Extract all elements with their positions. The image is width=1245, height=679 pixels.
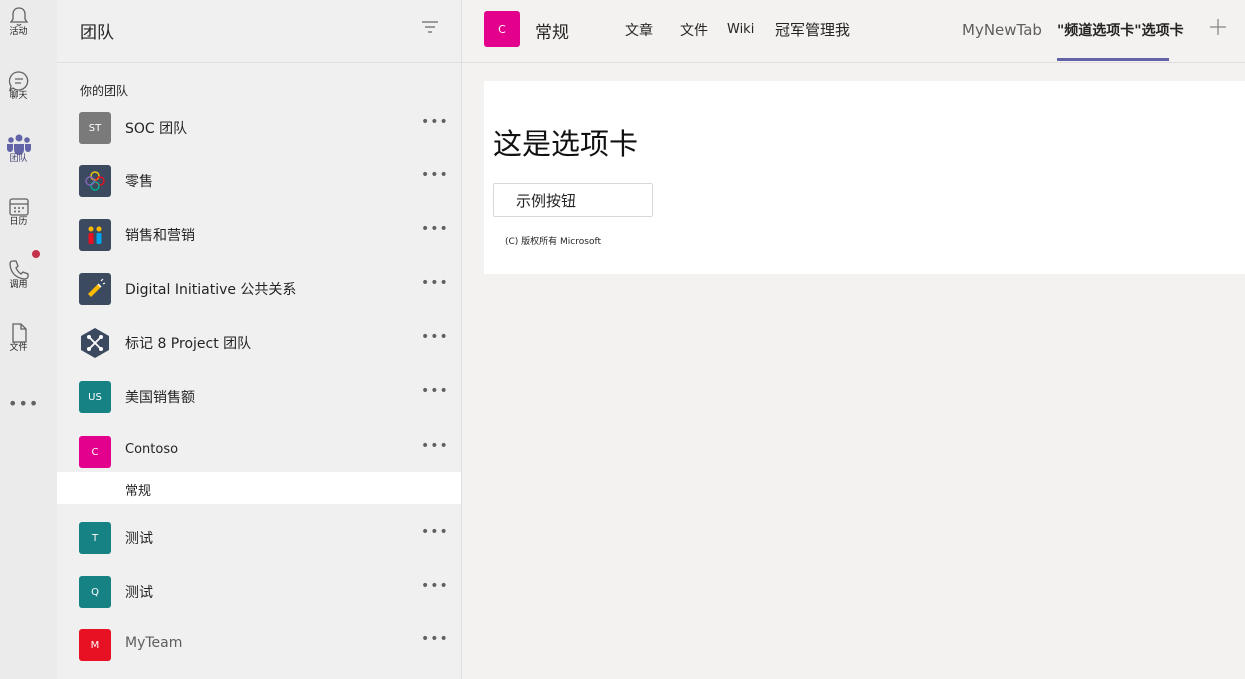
rail-label-calendar: 日历 <box>9 217 28 227</box>
team-row-us-sales[interactable]: US 美国销售额 ••• <box>57 373 461 421</box>
notification-dot <box>32 250 40 258</box>
team-row-test-q[interactable]: Q 测试 ••• <box>57 568 461 616</box>
avatar <box>79 273 111 305</box>
rail-label-files: 文件 <box>9 343 28 353</box>
tab-champion-manage[interactable]: 冠军管理我 <box>775 19 850 40</box>
team-name: 测试 <box>125 585 153 601</box>
avatar: Q <box>79 576 111 608</box>
people-logo-icon <box>88 226 102 244</box>
avatar <box>79 327 111 359</box>
rail-item-files[interactable]: 文件 <box>0 322 37 354</box>
team-more-options-button[interactable]: ••• <box>421 383 449 399</box>
tab-posts[interactable]: 文章 <box>625 20 653 40</box>
team-more-options-button[interactable]: ••• <box>421 275 449 291</box>
team-name: 美国销售额 <box>125 390 195 406</box>
flower-logo-icon <box>85 171 105 191</box>
rail-item-teams[interactable]: 团队 <box>0 133 37 165</box>
avatar <box>79 165 111 197</box>
avatar: M <box>79 629 111 661</box>
team-more-options-button[interactable]: ••• <box>421 221 449 237</box>
team-name: SOC 团队 <box>125 121 188 137</box>
team-row-contoso[interactable]: C Contoso ••• <box>57 428 461 476</box>
teams-icon <box>6 134 31 155</box>
team-more-options-button[interactable]: ••• <box>421 114 449 130</box>
team-name: Digital Initiative 公共关系 <box>125 282 297 298</box>
avatar: T <box>79 522 111 554</box>
calendar-icon <box>8 198 29 216</box>
sample-button[interactable]: 示例按钮 <box>493 183 653 217</box>
tab-mynewtab[interactable]: MyNewTab <box>962 21 1042 39</box>
team-more-options-button[interactable]: ••• <box>421 524 449 540</box>
app-rail: 活动 聊天 团队 日历 调用 文件 ••• <box>0 0 57 679</box>
tab-channel-tab[interactable]: "频道选项卡"选项卡 <box>1057 20 1184 40</box>
tab-heading: 这是选项卡 <box>493 127 639 161</box>
add-tab-icon[interactable] <box>1209 18 1227 36</box>
avatar: ST <box>79 112 111 144</box>
team-row-mark-8-project[interactable]: 标记 8 Project 团队 ••• <box>57 319 461 367</box>
channel-header: C 常规 文章 文件 Wiki 冠军管理我 MyNewTab "频道选项卡"选项… <box>462 0 1245 63</box>
active-tab-indicator <box>1057 58 1169 61</box>
rail-item-activity[interactable]: 活动 <box>0 6 37 38</box>
rail-label-activity: 活动 <box>9 27 28 37</box>
panel-header: 团队 <box>57 0 461 63</box>
channel-name: 常规 <box>125 484 152 499</box>
team-row-soc[interactable]: ST SOC 团队 ••• <box>57 104 461 152</box>
team-row-myteam[interactable]: M MyTeam ••• <box>57 621 461 669</box>
rail-label-teams: 团队 <box>9 154 28 164</box>
teams-panel: 团队 你的团队 ST SOC 团队 ••• 零售 ••• 销售和营销 ••• D… <box>57 0 462 679</box>
tab-wiki[interactable]: Wiki <box>727 22 754 37</box>
team-row-sales-marketing[interactable]: 销售和营销 ••• <box>57 211 461 259</box>
panel-title: 团队 <box>80 23 114 43</box>
channel-avatar: C <box>484 11 520 47</box>
avatar <box>79 219 111 251</box>
team-more-options-button[interactable]: ••• <box>421 438 449 454</box>
copyright-text: (C) 版权所有 Microsoft <box>505 237 601 247</box>
filter-icon[interactable] <box>421 20 439 34</box>
team-name: 测试 <box>125 531 153 547</box>
team-row-retail[interactable]: 零售 ••• <box>57 157 461 205</box>
team-more-options-button[interactable]: ••• <box>421 329 449 345</box>
phone-icon <box>8 260 29 280</box>
channel-title: 常规 <box>535 23 569 43</box>
team-more-options-button[interactable]: ••• <box>421 167 449 183</box>
rail-item-calendar[interactable]: 日历 <box>0 196 37 228</box>
chat-icon <box>8 71 28 92</box>
bell-icon <box>9 7 28 27</box>
megaphone-logo-icon <box>88 278 106 297</box>
team-name: MyTeam <box>125 635 183 651</box>
team-more-options-button[interactable]: ••• <box>421 578 449 594</box>
avatar: US <box>79 381 111 413</box>
team-name: Contoso <box>125 442 179 457</box>
team-row-digital-initiative[interactable]: Digital Initiative 公共关系 ••• <box>57 265 461 313</box>
channel-row-general[interactable]: 常规 <box>57 472 461 504</box>
hexagon-logo-icon <box>81 328 109 358</box>
team-name: 销售和营销 <box>125 228 195 244</box>
tab-files[interactable]: 文件 <box>680 20 708 40</box>
section-label-your-teams: 你的团队 <box>80 84 129 98</box>
team-row-test-t[interactable]: T 测试 ••• <box>57 514 461 562</box>
team-name: 零售 <box>125 174 153 190</box>
rail-label-chat: 聊天 <box>9 91 28 101</box>
rail-label-calls: 调用 <box>9 280 28 290</box>
avatar: C <box>79 436 111 468</box>
file-icon <box>11 323 27 343</box>
team-name: 标记 8 Project 团队 <box>125 336 252 352</box>
more-apps-button[interactable]: ••• <box>8 394 39 413</box>
tab-content-card: 这是选项卡 示例按钮 (C) 版权所有 Microsoft <box>484 81 1245 274</box>
rail-item-calls[interactable]: 调用 <box>0 259 37 291</box>
rail-item-chat[interactable]: 聊天 <box>0 70 37 102</box>
team-more-options-button[interactable]: ••• <box>421 631 449 647</box>
